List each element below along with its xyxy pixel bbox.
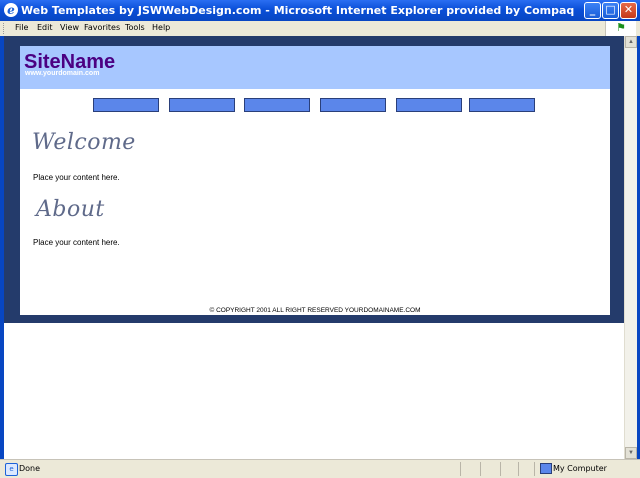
maximize-button[interactable]: □ [602, 2, 619, 19]
menu-help[interactable]: Help [152, 23, 170, 32]
site-name: SiteName [24, 51, 116, 73]
status-divider [534, 462, 535, 476]
nav-button-6[interactable] [469, 98, 535, 112]
status-divider [460, 462, 461, 476]
status-text: Done [19, 464, 41, 473]
copyright-footer: © COPYRIGHT 2001 ALL RIGHT RESERVED YOUR… [209, 307, 421, 314]
status-divider [518, 462, 519, 476]
menu-bar: File Edit View Favorites Tools Help [0, 21, 640, 37]
welcome-heading: Welcome [32, 130, 136, 155]
browser-viewport: SiteName www.yourdomain.com Welcome Plac… [4, 36, 624, 459]
status-divider [500, 462, 501, 476]
windows-logo-icon: ⚑ [605, 21, 636, 36]
menu-view[interactable]: View [60, 23, 79, 32]
nav-button-4[interactable] [320, 98, 386, 112]
about-heading: About [36, 197, 105, 222]
my-computer-icon [540, 463, 552, 474]
menu-favorites[interactable]: Favorites [84, 23, 120, 32]
security-zone: My Computer [553, 464, 607, 473]
scroll-up-arrow[interactable]: ▲ [625, 36, 637, 48]
status-divider [480, 462, 481, 476]
title-bar[interactable]: e Web Templates by JSWWebDesign.com - Mi… [0, 0, 640, 21]
menu-tools[interactable]: Tools [125, 23, 145, 32]
menu-file[interactable]: File [15, 23, 28, 32]
site-url: www.yourdomain.com [25, 70, 100, 77]
menu-edit[interactable]: Edit [37, 23, 53, 32]
nav-button-3[interactable] [244, 98, 310, 112]
nav-bar [20, 98, 610, 112]
about-content: Place your content here. [33, 238, 120, 247]
nav-button-2[interactable] [169, 98, 235, 112]
scroll-down-arrow[interactable]: ▼ [625, 447, 637, 459]
close-button[interactable]: ✕ [620, 2, 637, 19]
nav-button-1[interactable] [93, 98, 159, 112]
minimize-button[interactable]: _ [584, 2, 601, 19]
welcome-content: Place your content here. [33, 173, 120, 182]
page-done-icon: e [5, 463, 18, 476]
status-bar: e Done My Computer [0, 459, 640, 478]
page-background: SiteName www.yourdomain.com Welcome Plac… [4, 36, 624, 323]
page-container: SiteName www.yourdomain.com Welcome Plac… [20, 46, 610, 315]
site-header: SiteName www.yourdomain.com [20, 46, 610, 89]
window-title: Web Templates by JSWWebDesign.com - Micr… [21, 4, 575, 17]
vertical-scrollbar[interactable]: ▲ ▼ [624, 36, 637, 459]
nav-button-5[interactable] [396, 98, 462, 112]
ie-icon[interactable]: e [4, 3, 18, 17]
toolbar-grip[interactable] [3, 23, 7, 34]
